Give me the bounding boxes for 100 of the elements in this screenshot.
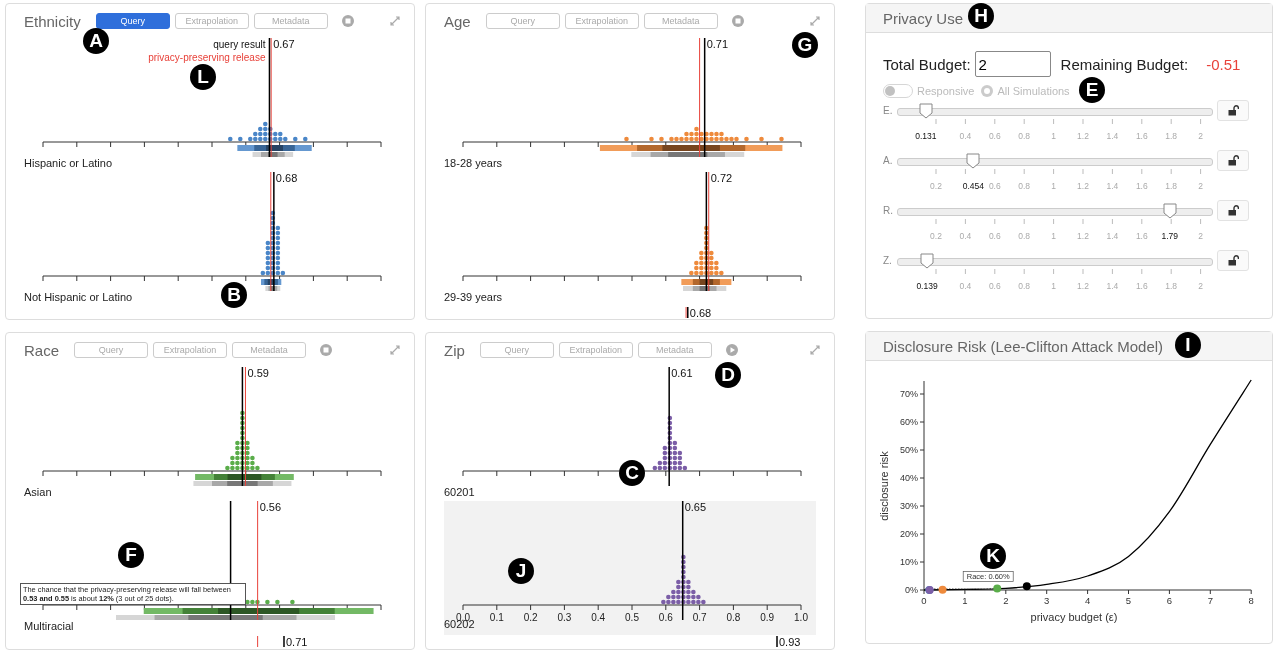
slider-tick-label: 0.6 — [988, 231, 1001, 241]
expand-icon[interactable] — [810, 345, 820, 355]
axis-tick-label: 0.5 — [625, 612, 639, 623]
slider-tick-label: 0.131 — [915, 131, 937, 141]
slider-tick-label: 0.8 — [1018, 131, 1031, 141]
slider-tick-label: 0.6 — [988, 131, 1001, 141]
slider-track[interactable] — [897, 103, 1213, 120]
mode-tab[interactable]: Query — [485, 13, 560, 29]
slider-thumb[interactable] — [966, 153, 981, 169]
query-value: 0.67 — [273, 38, 295, 50]
mode-tab[interactable]: Query — [95, 13, 170, 29]
slider-track[interactable] — [897, 253, 1213, 270]
slider-tick-label: 2 — [1198, 231, 1203, 241]
mode-tab[interactable]: Extrapolation — [558, 342, 633, 358]
slider-tick-label: 2 — [1198, 131, 1203, 141]
slider-tick-label: 1.2 — [1077, 281, 1089, 291]
group-label: 60201 — [444, 486, 475, 498]
slider-tick-label: 2 — [1198, 281, 1203, 291]
slider-thumb[interactable] — [1162, 203, 1177, 219]
lock-button[interactable] — [1217, 100, 1249, 121]
lock-button[interactable] — [1217, 150, 1249, 171]
x-tick-label: 6 — [1166, 595, 1173, 606]
expand-icon[interactable] — [390, 345, 400, 355]
mode-tab[interactable]: Extrapolation — [174, 13, 249, 29]
stop-icon[interactable] — [341, 15, 354, 27]
y-tick-label: 60% — [900, 417, 918, 427]
legend-label: query result — [213, 39, 266, 50]
total-budget-field[interactable]: 2 — [974, 51, 1051, 77]
slider-tick-label: 1.2 — [1077, 181, 1089, 191]
axis-tick-label: 0.1 — [489, 612, 504, 623]
query-value: 0.68 — [689, 307, 712, 318]
total-budget-label: Total Budget: — [883, 55, 971, 73]
expand-icon[interactable] — [810, 16, 820, 26]
slider-tick-label: 1 — [1051, 281, 1056, 291]
toggle-label: Responsive — [917, 85, 975, 97]
slider-tick-label: 1.2 — [1077, 131, 1089, 141]
slider-tick-label: 1 — [1051, 231, 1056, 241]
slider-tick-label: 1.4 — [1106, 131, 1119, 141]
mode-tab[interactable]: Extrapolation — [564, 13, 639, 29]
mode-tab[interactable]: Query — [74, 342, 149, 358]
query-value: 0.93 — [779, 636, 801, 647]
slider-tick-label: 0.8 — [1018, 281, 1031, 291]
interval-bars — [681, 279, 732, 291]
slider-tick-label: 1.2 — [1077, 231, 1089, 241]
x-tick-label: 7 — [1207, 595, 1213, 606]
slider-track[interactable] — [897, 153, 1213, 170]
stop-icon[interactable] — [731, 15, 744, 27]
mode-tab[interactable]: Query — [479, 342, 554, 358]
y-tick-label: 20% — [900, 529, 918, 539]
slider-tick-label: 1.6 — [1135, 231, 1148, 241]
slider-tick-label: 0.8 — [1018, 181, 1031, 191]
query-result-line — [776, 635, 778, 647]
axis-tick-label: 0.7 — [692, 612, 707, 623]
y-tick-label: 40% — [900, 473, 918, 483]
mode-tab[interactable]: Metadata — [232, 342, 307, 358]
lock-button[interactable] — [1217, 250, 1249, 271]
slider-label: A. — [883, 155, 894, 166]
x-tick-label: 0 — [921, 595, 927, 606]
y-tick-label: 70% — [900, 389, 918, 399]
group-label: 29-39 years — [444, 291, 503, 303]
mode-tab[interactable]: Metadata — [643, 13, 718, 29]
axis-tick-label: 0.4 — [591, 612, 606, 623]
panel-title: Disclosure Risk (Lee-Clifton Attack Model) — [883, 337, 1164, 355]
x-tick-label: 2 — [1003, 595, 1009, 606]
query-value: 0.71 — [706, 38, 729, 50]
query-value: 0.56 — [259, 501, 282, 513]
mode-tab[interactable]: Extrapolation — [153, 342, 228, 358]
axis-tick-label: 0.2 — [523, 612, 538, 623]
x-axis-label: privacy budget (ε) — [1030, 611, 1118, 623]
axis-tick-label: 0.9 — [760, 612, 775, 623]
play-icon[interactable] — [725, 344, 738, 356]
slider-tick-label: 1.4 — [1106, 181, 1119, 191]
slider-tick-label: 1.6 — [1135, 131, 1148, 141]
query-value: 0.72 — [710, 172, 733, 184]
stop-icon[interactable] — [320, 344, 333, 356]
x-tick-label: 4 — [1084, 595, 1091, 606]
slider-track[interactable] — [897, 203, 1213, 220]
query-value: 0.65 — [684, 501, 707, 513]
slider-tick-label: 0.6 — [988, 181, 1001, 191]
slider-tick-label: 1 — [1051, 131, 1056, 141]
slider-tick-label: 1.8 — [1165, 281, 1178, 291]
slider-tick-label: 0.2 — [930, 231, 942, 241]
slider-thumb[interactable] — [920, 253, 935, 269]
mode-tab[interactable]: Metadata — [253, 13, 328, 29]
slider-tick-label: 0.4 — [959, 231, 972, 241]
expand-icon[interactable] — [390, 16, 400, 26]
group-label: Hispanic or Latino — [24, 157, 113, 169]
x-tick-label: 8 — [1248, 595, 1254, 606]
axis-tick-label: 0.6 — [658, 612, 673, 623]
slider-tick-label: 0.139 — [916, 281, 938, 291]
legend-label: privacy-preserving release — [148, 52, 266, 63]
query-result-line — [283, 635, 285, 647]
y-tick-label: 0% — [905, 585, 918, 595]
mode-tab[interactable]: Metadata — [637, 342, 712, 358]
slider-thumb[interactable] — [918, 103, 933, 119]
lock-button[interactable] — [1217, 200, 1249, 221]
remaining-budget-label: Remaining Budget: — [1060, 55, 1189, 73]
query-value: 0.71 — [286, 636, 308, 647]
x-tick-label: 1 — [962, 595, 968, 606]
slider-tick-label: 1.4 — [1106, 231, 1119, 241]
